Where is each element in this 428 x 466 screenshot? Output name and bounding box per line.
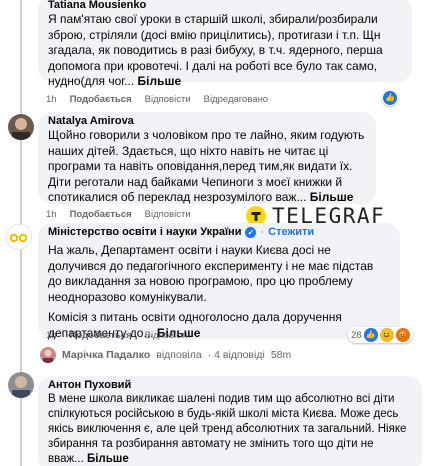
reply-button[interactable]: Відповісти	[145, 330, 191, 341]
like-button[interactable]: Подобається	[70, 94, 132, 105]
separator-dot: ·	[260, 226, 265, 238]
replies-time: 58m	[270, 349, 292, 361]
like-reaction-icon: 👍	[363, 328, 378, 342]
follow-button[interactable]: Стежити	[268, 225, 314, 239]
comment-actions: 1h Подобається Відповісти	[46, 330, 191, 341]
comment-author[interactable]: Антон Пуховий	[48, 378, 412, 392]
reply-button[interactable]: Відповісти	[145, 94, 191, 105]
comment-text: Щойно говорили з чоловіком про те лайно,…	[48, 128, 366, 206]
reply-author-name: Марічка Падалко	[62, 349, 151, 361]
avatar[interactable]	[8, 372, 34, 398]
comment-text-paragraph-1: На жаль, Департамент освіти і науки Києв…	[48, 243, 374, 304]
reaction-count: 28	[351, 329, 362, 341]
comment-bubble: Міністерство освіти і науки України ✓ · …	[38, 223, 400, 340]
comment-bubble: Natalya Amirova Щойно говорили з чоловік…	[38, 112, 376, 204]
comment-author: Міністерство освіти і науки України ✓ · …	[48, 225, 390, 239]
comment-text: Я пам'ятаю свої уроки в старшій школі, з…	[48, 12, 402, 90]
replies-count: · 4 відповіді	[207, 349, 265, 361]
like-button[interactable]: Подобається	[70, 209, 132, 220]
see-more-link[interactable]: Більше	[310, 190, 354, 204]
like-reaction-icon: 👍	[383, 91, 397, 105]
laugh-reaction-icon: 😆	[379, 328, 394, 342]
reply-author-avatar	[40, 347, 56, 363]
comment-author[interactable]: Tatiana Mousienko	[48, 0, 402, 12]
reaction-badge[interactable]: 👍	[382, 90, 398, 106]
comment-bubble: Антон Пуховий В мене школа викликає шале…	[38, 376, 422, 466]
comment-author-name[interactable]: Міністерство освіти і науки України	[48, 225, 241, 239]
comment-actions: 1h Подобається Відповісти Відредаговано	[46, 94, 268, 105]
comment-actions: 1h Подобається Відповісти	[46, 209, 191, 220]
comment-time[interactable]: 1h	[46, 94, 57, 105]
edited-label: Відредаговано	[203, 94, 269, 105]
reaction-summary[interactable]: 28 👍 😆 😡	[348, 327, 413, 343]
comment-time[interactable]: 1h	[46, 330, 57, 341]
verified-badge-icon: ✓	[245, 226, 257, 238]
reply-action-text: відповіла	[156, 349, 202, 361]
replies-link[interactable]: Марічка Падалко відповіла · 4 відповіді …	[40, 347, 291, 363]
like-button[interactable]: Подобається	[70, 330, 132, 341]
reply-button[interactable]: Відповісти	[145, 209, 191, 220]
angry-reaction-icon: 😡	[395, 328, 410, 342]
comment-time[interactable]: 1h	[46, 209, 57, 220]
comment-text: В мене школа викликає шалені подив тим щ…	[48, 392, 412, 466]
ministry-avatar[interactable]	[6, 224, 32, 250]
see-more-link[interactable]: Більше	[138, 74, 182, 88]
comment-bubble: Tatiana Mousienko Я пам'ятаю свої уроки …	[38, 0, 412, 88]
see-more-link[interactable]: Більше	[87, 453, 129, 465]
comment-body: Я пам'ятаю свої уроки в старшій школі, з…	[48, 12, 383, 88]
comment-author[interactable]: Natalya Amirova	[48, 114, 366, 128]
avatar[interactable]	[8, 114, 34, 140]
